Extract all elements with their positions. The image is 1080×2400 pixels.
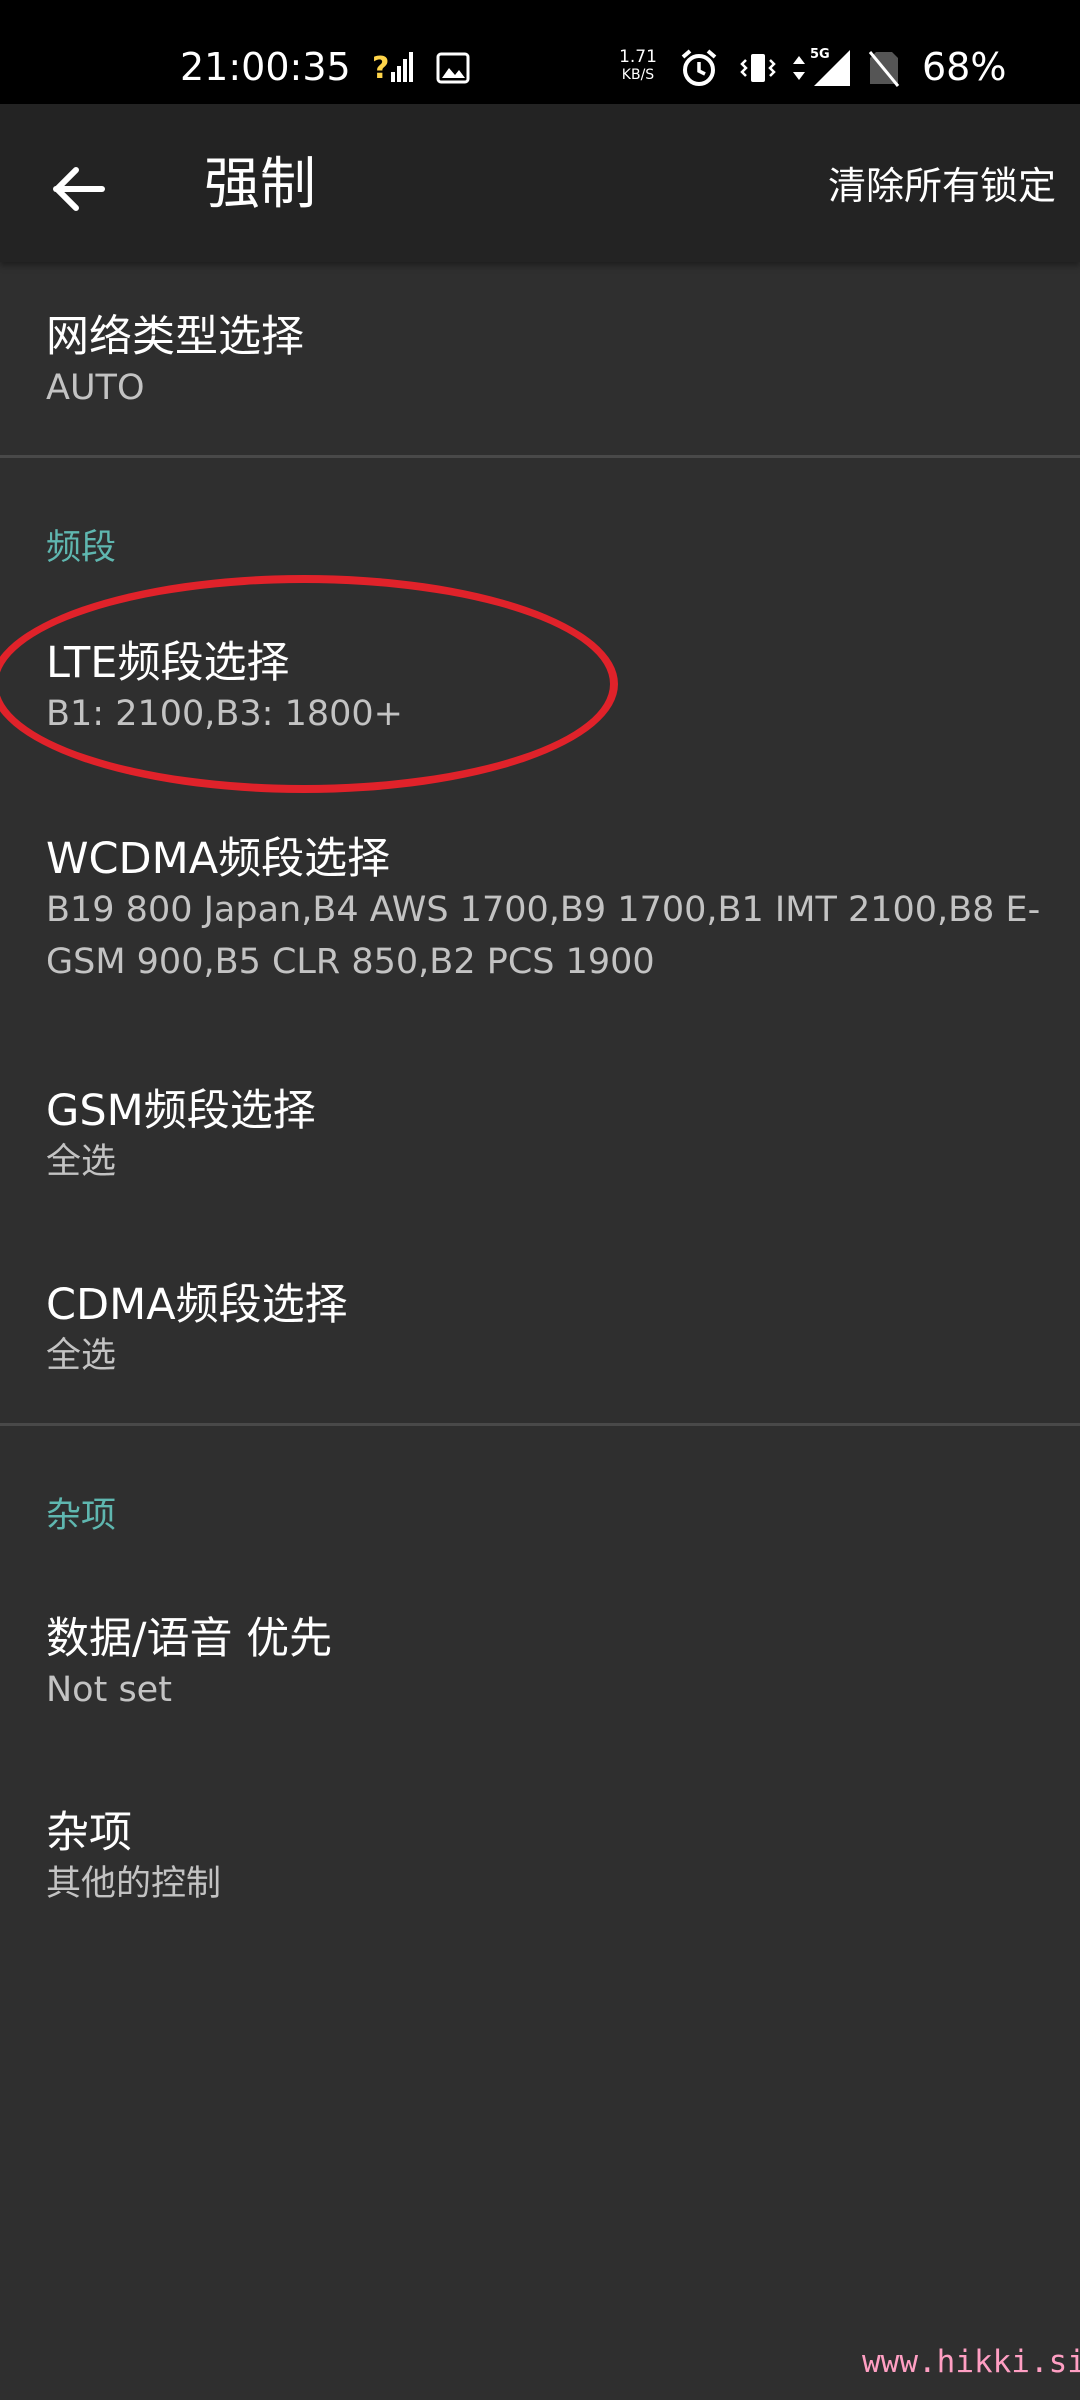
section-header-band: 频段	[46, 528, 117, 568]
clear-all-locks-button[interactable]: 清除所有锁定	[828, 158, 1056, 214]
net-speed: 1.71 KB/S	[614, 48, 662, 84]
item-subtitle: AUTO	[46, 368, 145, 408]
status-bar: 21:00:35 ? 1.71 KB/S 5G 68%	[0, 0, 1080, 104]
signal-unknown-icon: ?	[372, 44, 414, 92]
vibrate-icon	[738, 44, 778, 92]
divider	[0, 455, 1080, 458]
item-title: 数据/语音 优先	[46, 1614, 333, 1664]
watermark: www.hikki.site	[862, 2344, 1080, 2380]
section-header-misc: 杂项	[46, 1496, 117, 1536]
item-subtitle: B19 800 Japan,B4 AWS 1700,B9 1700,B1 IMT…	[46, 890, 1041, 982]
image-icon	[436, 44, 470, 92]
page-title: 强制	[204, 152, 316, 217]
signal-icon: 5G	[810, 44, 852, 92]
network-type-item[interactable]: 网络类型选择 AUTO	[0, 296, 1080, 462]
item-subtitle: 全选	[46, 1142, 117, 1182]
back-arrow-icon	[53, 167, 105, 211]
item-title: 网络类型选择	[46, 312, 304, 362]
wcdma-band-item[interactable]: WCDMA频段选择 B19 800 Japan,B4 AWS 1700,B9 1…	[0, 824, 1080, 1014]
divider	[0, 1423, 1080, 1426]
data-voice-priority-item[interactable]: 数据/语音 优先 Not set	[0, 1604, 1080, 1744]
svg-text:?: ?	[372, 51, 389, 86]
network-label: 5G	[810, 47, 830, 62]
misc-controls-item[interactable]: 杂项 其他的控制	[0, 1798, 1080, 1938]
item-title: GSM频段选择	[46, 1086, 316, 1136]
item-title: WCDMA频段选择	[46, 834, 391, 884]
item-subtitle: B1: 2100,B3: 1800+	[46, 694, 403, 734]
lte-band-item[interactable]: LTE频段选择 B1: 2100,B3: 1800+	[0, 628, 1080, 768]
status-time: 21:00:35	[180, 45, 351, 89]
back-button[interactable]	[44, 154, 114, 224]
net-speed-unit: KB/S	[621, 67, 655, 83]
gsm-band-item[interactable]: GSM频段选择 全选	[0, 1076, 1080, 1216]
alarm-icon	[678, 44, 720, 92]
item-subtitle: 其他的控制	[46, 1864, 222, 1904]
item-subtitle: 全选	[46, 1336, 117, 1376]
net-speed-value: 1.71	[619, 47, 657, 67]
data-arrows-icon	[790, 44, 808, 92]
item-subtitle: Not set	[46, 1670, 172, 1710]
no-sim-icon	[866, 44, 902, 92]
item-title: LTE频段选择	[46, 638, 290, 688]
item-title: CDMA频段选择	[46, 1280, 348, 1330]
battery-level: 68%	[922, 45, 1007, 89]
item-title: 杂项	[46, 1808, 132, 1858]
cdma-band-item[interactable]: CDMA频段选择 全选	[0, 1270, 1080, 1410]
app-toolbar: 强制 清除所有锁定	[0, 104, 1080, 262]
